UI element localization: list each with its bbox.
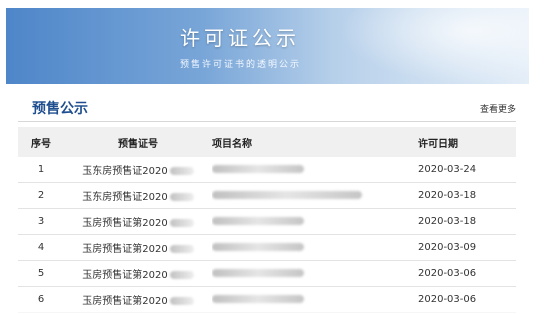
redacted-number [169, 167, 194, 175]
row-index: 2 [18, 182, 64, 209]
permit-number: 玉东房预售证2020 [82, 192, 168, 203]
permit-date: 2020-03-18 [418, 208, 516, 235]
presale-section-header: 预售公示 查看更多 [18, 98, 516, 118]
redacted-project-name [212, 269, 304, 277]
column-header-project-name: 项目名称 [212, 127, 418, 157]
row-index: 5 [18, 260, 64, 287]
permit-date: 2020-03-24 [418, 157, 516, 183]
redacted-number [169, 193, 194, 201]
table-row[interactable]: 1 玉东房预售证2020 2020-03-24 [18, 157, 516, 183]
announcement-banner: 许可证公示 预售许可证书的透明公示 [6, 8, 529, 84]
permit-date: 2020-03-06 [418, 260, 516, 287]
permit-number: 玉东房预售证2020 [82, 166, 168, 177]
row-index: 4 [18, 234, 64, 261]
section-divider [18, 121, 516, 122]
table-header-row: 序号 预售证号 项目名称 许可日期 [18, 127, 516, 157]
bottom-fade [0, 304, 552, 314]
permit-number: 玉房预售证第2020 [82, 244, 168, 255]
row-index: 1 [18, 157, 64, 183]
redacted-number [169, 245, 194, 253]
permit-date: 2020-03-09 [418, 234, 516, 261]
table-row[interactable]: 5 玉房预售证第2020 2020-03-06 [18, 260, 516, 287]
column-header-permit-number: 预售证号 [64, 127, 212, 157]
presale-permit-table: 序号 预售证号 项目名称 许可日期 1 玉东房预售证2020 2020-03-2… [18, 127, 516, 313]
project-name-cell [212, 157, 418, 183]
section-title: 预售公示 [32, 101, 88, 117]
table-row[interactable]: 2 玉东房预售证2020 2020-03-18 [18, 182, 516, 209]
table-row[interactable]: 3 玉房预售证第2020 2020-03-18 [18, 208, 516, 235]
project-name-cell [212, 182, 418, 209]
column-header-permit-date: 许可日期 [418, 127, 516, 157]
column-header-index: 序号 [18, 127, 64, 157]
project-name-cell [212, 208, 418, 235]
redacted-project-name [212, 243, 304, 251]
redacted-project-name [212, 217, 304, 225]
permit-number-cell: 玉房预售证第2020 [64, 234, 212, 261]
permit-number: 玉房预售证第2020 [82, 218, 168, 229]
permit-number-cell: 玉房预售证第2020 [64, 208, 212, 235]
redacted-number [169, 271, 194, 279]
banner-subtitle: 预售许可证书的透明公示 [180, 60, 302, 70]
permit-number-cell: 玉东房预售证2020 [64, 157, 212, 183]
redacted-number [169, 219, 194, 227]
table-row[interactable]: 4 玉房预售证第2020 2020-03-09 [18, 234, 516, 261]
permit-date: 2020-03-18 [418, 182, 516, 209]
redacted-project-name [212, 165, 304, 173]
redacted-project-name [212, 295, 304, 303]
row-index: 3 [18, 208, 64, 235]
view-more-link[interactable]: 查看更多 [480, 102, 516, 115]
project-name-cell [212, 260, 418, 287]
permit-number: 玉房预售证第2020 [82, 270, 168, 281]
permit-number-cell: 玉东房预售证2020 [64, 182, 212, 209]
redacted-project-name [212, 191, 362, 199]
banner-title: 许可证公示 [180, 26, 300, 50]
project-name-cell [212, 234, 418, 261]
permit-number-cell: 玉房预售证第2020 [64, 260, 212, 287]
